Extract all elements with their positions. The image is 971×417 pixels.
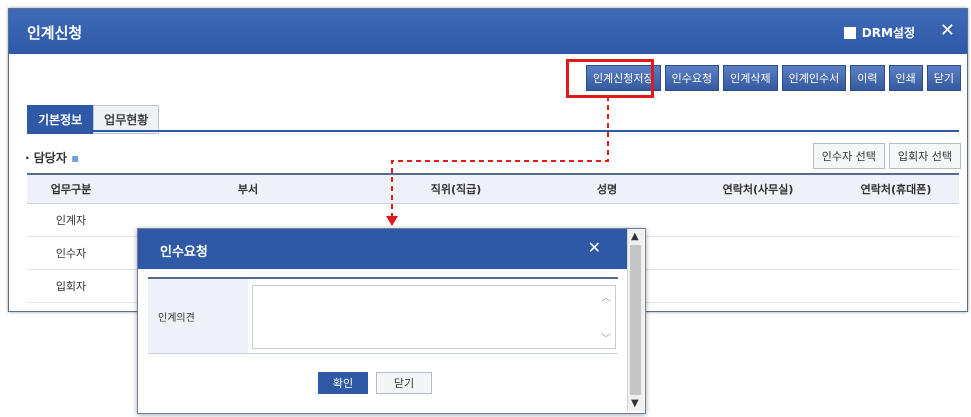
dialog-buttons: 확인 닫기 <box>318 372 432 394</box>
opinion-textarea[interactable]: ︿ ﹀ <box>252 285 616 349</box>
confirm-button[interactable]: 확인 <box>318 372 368 394</box>
dialog-scrollbar[interactable]: ▲ ▼ <box>627 229 644 411</box>
dialog-form: 인계의견 ︿ ﹀ <box>148 277 618 354</box>
chevron-down-icon[interactable]: ﹀ <box>601 330 611 345</box>
takeover-request-dialog: 인수요청 ✕ 인계의견 ︿ ﹀ 확인 닫기 ▲ ▼ <box>137 228 646 414</box>
scroll-thumb[interactable] <box>630 245 641 395</box>
dialog-close-icon[interactable]: ✕ <box>588 238 601 257</box>
scroll-down-icon[interactable]: ▼ <box>631 398 639 409</box>
opinion-label: 인계의견 <box>148 279 248 353</box>
scroll-up-icon[interactable]: ▲ <box>631 231 639 242</box>
dialog-titlebar: 인수요청 ✕ <box>138 229 627 269</box>
chevron-up-icon[interactable]: ︿ <box>601 289 611 304</box>
dialog-title: 인수요청 <box>160 245 208 260</box>
cancel-button[interactable]: 닫기 <box>376 372 432 394</box>
